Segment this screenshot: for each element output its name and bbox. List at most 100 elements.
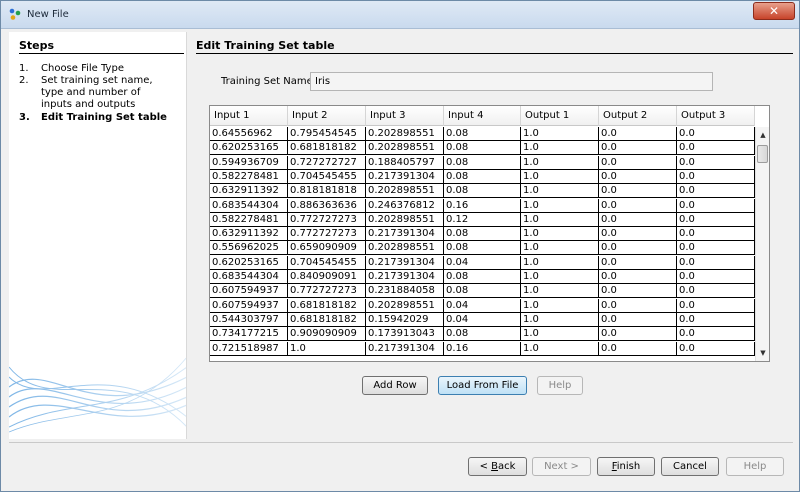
table-cell[interactable]: 0.772727273: [288, 284, 366, 299]
table-cell[interactable]: 1.0: [521, 184, 599, 199]
table-cell[interactable]: 0.0: [599, 212, 677, 227]
table-cell[interactable]: 0.0: [677, 184, 755, 199]
table-cell[interactable]: 0.173913043: [366, 327, 444, 342]
table-cell[interactable]: 1.0: [521, 227, 599, 242]
table-cell[interactable]: 0.0: [599, 312, 677, 327]
back-button[interactable]: < Back: [468, 457, 527, 476]
table-cell[interactable]: 0.08: [444, 155, 521, 170]
table-cell[interactable]: 0.0: [677, 327, 755, 342]
table-cell[interactable]: 0.202898551: [366, 184, 444, 199]
table-cell[interactable]: 0.681818182: [288, 141, 366, 156]
table-cell[interactable]: 0.188405797: [366, 155, 444, 170]
table-cell[interactable]: 1.0: [521, 270, 599, 284]
table-cell[interactable]: 0.0: [677, 284, 755, 299]
table-cell[interactable]: 0.0: [599, 341, 677, 356]
table-cell[interactable]: 0.08: [444, 184, 521, 199]
table-cell[interactable]: 0.681818182: [288, 298, 366, 313]
table-cell[interactable]: 0.217391304: [366, 255, 444, 270]
column-header[interactable]: Output 2: [599, 106, 677, 126]
table-cell[interactable]: 0.0: [599, 241, 677, 256]
table-cell[interactable]: 0.818181818: [288, 184, 366, 199]
table-cell[interactable]: 0.0: [677, 212, 755, 227]
table-cell[interactable]: 0.217391304: [366, 227, 444, 242]
training-set-table[interactable]: Input 1 Input 2 Input 3 Input 4 Output 1 Outp…: [209, 105, 770, 362]
table-cell[interactable]: 0.217391304: [366, 341, 444, 356]
scroll-up-icon[interactable]: ▲: [756, 129, 769, 141]
training-set-name-field[interactable]: Iris: [310, 72, 713, 91]
next-button[interactable]: Next >: [532, 457, 591, 476]
table-cell[interactable]: 0.217391304: [366, 270, 444, 284]
table-cell[interactable]: 0.772727273: [288, 212, 366, 227]
table-cell[interactable]: 0.0: [677, 298, 755, 313]
table-cell[interactable]: 0.0: [677, 312, 755, 327]
table-cell[interactable]: 0.202898551: [366, 212, 444, 227]
table-row[interactable]: 0.620253165 0.681818182 0.202898551 0.08 1.0…: [210, 141, 755, 156]
table-cell[interactable]: 0.632911392: [210, 227, 288, 242]
table-cell[interactable]: 0.0: [599, 127, 677, 141]
table-cell[interactable]: 0.727272727: [288, 155, 366, 170]
table-cell[interactable]: 0.840909091: [288, 270, 366, 284]
table-cell[interactable]: 0.246376812: [366, 198, 444, 213]
table-cell[interactable]: 1.0: [521, 241, 599, 256]
table-cell[interactable]: 1.0: [521, 298, 599, 313]
table-row[interactable]: 0.64556962 0.795454545 0.202898551 0.08 1.0 0…: [210, 127, 755, 141]
cancel-button[interactable]: Cancel: [661, 457, 719, 476]
table-scrollbar[interactable]: ▲ ▼: [755, 127, 769, 361]
table-row[interactable]: 0.683544304 0.840909091 0.217391304 0.08 1.0…: [210, 270, 755, 284]
table-row[interactable]: 0.721518987 1.0 0.217391304 0.16 1.0 0.0 0.0: [210, 341, 755, 356]
table-cell[interactable]: 0.202898551: [366, 241, 444, 256]
table-cell[interactable]: 0.08: [444, 327, 521, 342]
table-row[interactable]: 0.556962025 0.659090909 0.202898551 0.08 1.0…: [210, 241, 755, 256]
table-cell[interactable]: 0.734177215: [210, 327, 288, 342]
table-cell[interactable]: 0.0: [677, 169, 755, 184]
scroll-down-icon[interactable]: ▼: [756, 347, 769, 359]
table-cell[interactable]: 1.0: [521, 127, 599, 141]
close-button[interactable]: ✕: [753, 2, 795, 20]
table-cell[interactable]: 0.0: [677, 155, 755, 170]
table-cell[interactable]: 1.0: [521, 327, 599, 342]
finish-button[interactable]: Finish: [597, 457, 655, 476]
help-button[interactable]: Help: [726, 457, 784, 476]
column-header[interactable]: Input 1: [210, 106, 288, 126]
table-cell[interactable]: 0.0: [599, 141, 677, 156]
column-header[interactable]: Input 4: [444, 106, 521, 126]
title-bar[interactable]: New File ✕: [1, 1, 799, 29]
table-cell[interactable]: 0.202898551: [366, 141, 444, 156]
table-cell[interactable]: 0.64556962: [210, 127, 288, 141]
table-row[interactable]: 0.594936709 0.727272727 0.188405797 0.08 1.0…: [210, 155, 755, 170]
table-cell[interactable]: 1.0: [521, 312, 599, 327]
column-header[interactable]: Input 2: [288, 106, 366, 126]
table-cell[interactable]: 0.08: [444, 284, 521, 299]
table-cell[interactable]: 0.0: [677, 127, 755, 141]
table-cell[interactable]: 0.08: [444, 227, 521, 242]
table-cell[interactable]: 0.909090909: [288, 327, 366, 342]
table-cell[interactable]: 0.04: [444, 255, 521, 270]
table-row[interactable]: 0.582278481 0.772727273 0.202898551 0.12 1.0…: [210, 212, 755, 227]
table-cell[interactable]: 0.704545455: [288, 169, 366, 184]
table-cell[interactable]: 0.0: [599, 155, 677, 170]
table-cell[interactable]: 1.0: [521, 169, 599, 184]
table-row[interactable]: 0.620253165 0.704545455 0.217391304 0.04 1.0…: [210, 255, 755, 270]
table-cell[interactable]: 1.0: [521, 284, 599, 299]
table-cell[interactable]: 0.594936709: [210, 155, 288, 170]
table-cell[interactable]: 0.886363636: [288, 198, 366, 213]
table-cell[interactable]: 0.0: [599, 255, 677, 270]
table-cell[interactable]: 0.683544304: [210, 270, 288, 284]
table-cell[interactable]: 0.620253165: [210, 255, 288, 270]
table-row[interactable]: 0.544303797 0.681818182 0.15942029 0.04 1.0 0…: [210, 312, 755, 327]
table-cell[interactable]: 0.582278481: [210, 169, 288, 184]
table-cell[interactable]: 0.08: [444, 127, 521, 141]
table-cell[interactable]: 0.0: [599, 284, 677, 299]
table-cell[interactable]: 0.620253165: [210, 141, 288, 156]
table-cell[interactable]: 0.544303797: [210, 312, 288, 327]
table-cell[interactable]: 1.0: [521, 141, 599, 156]
table-cell[interactable]: 0.202898551: [366, 127, 444, 141]
table-cell[interactable]: 0.08: [444, 141, 521, 156]
table-cell[interactable]: 0.04: [444, 312, 521, 327]
table-cell[interactable]: 0.683544304: [210, 198, 288, 213]
column-header[interactable]: Output 3: [677, 106, 755, 126]
column-header[interactable]: Output 1: [521, 106, 599, 126]
table-cell[interactable]: 1.0: [521, 255, 599, 270]
column-header[interactable]: Input 3: [366, 106, 444, 126]
table-cell[interactable]: 0.0: [677, 198, 755, 213]
